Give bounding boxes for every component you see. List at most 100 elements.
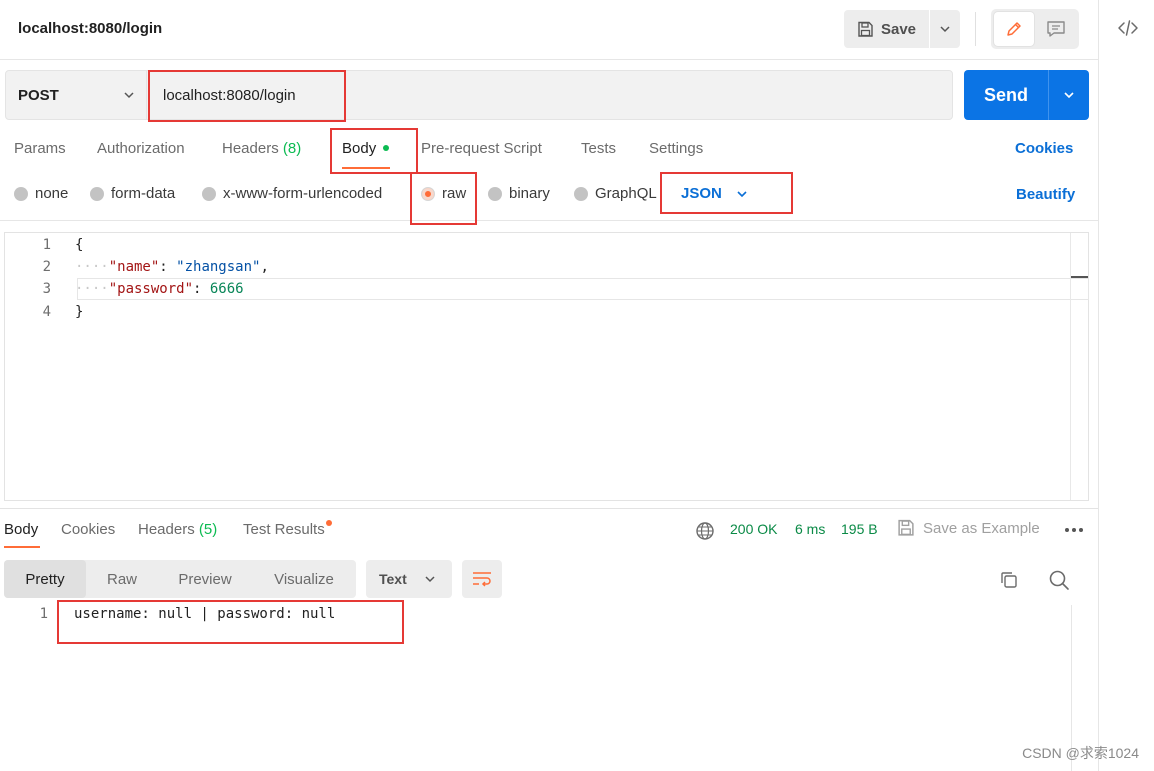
json-number: 6666: [209, 281, 244, 297]
save-as-example-label: Save as Example: [923, 519, 1040, 537]
beautify-button[interactable]: Beautify: [1016, 186, 1075, 203]
search-icon[interactable]: [1047, 568, 1071, 592]
send-button-group: Send: [964, 70, 1089, 120]
save-label: Save: [880, 20, 917, 38]
comma: ,: [260, 259, 269, 275]
view-pretty[interactable]: Pretty: [4, 560, 86, 598]
mode-toggle: [991, 9, 1079, 49]
cookies-link[interactable]: Cookies: [1015, 140, 1073, 157]
response-tab-test-results[interactable]: Test Results: [243, 520, 332, 538]
watermark: CSDN @求索1024: [1022, 745, 1139, 761]
request-body-editor[interactable]: 1 2 3 4 { ····"name": "zhangsan", ····"p…: [4, 232, 1089, 501]
comment-mode-button[interactable]: [1036, 12, 1076, 46]
line-number: 1: [42, 237, 51, 253]
radio-label: binary: [509, 185, 550, 202]
tab-prerequest-script[interactable]: Pre-request Script: [421, 140, 542, 157]
test-results-dot: [325, 520, 332, 526]
radio-binary[interactable]: binary: [488, 185, 550, 202]
pencil-icon: [1007, 22, 1021, 36]
response-tab-headers[interactable]: Headers (5): [138, 521, 217, 538]
radio-circle: [574, 186, 588, 201]
body-divider: [0, 220, 1098, 221]
radio-circle: [488, 186, 502, 201]
json-key: "name": [108, 259, 160, 275]
tab-headers-label: Headers: [222, 140, 279, 157]
annotation-box-raw: [410, 172, 477, 225]
response-format-select[interactable]: Text: [366, 560, 452, 598]
radio-none[interactable]: none: [14, 185, 68, 202]
radio-circle: [90, 186, 104, 201]
view-visualize[interactable]: Visualize: [252, 560, 356, 598]
save-button[interactable]: Save: [844, 10, 929, 48]
annotation-box-json: [660, 172, 793, 214]
radio-circle: [202, 186, 216, 201]
more-icon[interactable]: [1064, 527, 1084, 533]
save-dropdown-button[interactable]: [930, 10, 960, 48]
chevron-down-icon: [425, 576, 435, 583]
right-sidebar: [1098, 0, 1154, 771]
line-number: 2: [42, 259, 51, 275]
view-preview[interactable]: Preview: [158, 560, 252, 598]
annotation-box-body-tab: [330, 128, 418, 174]
active-tab-underline: [4, 546, 40, 548]
tab-headers[interactable]: Headers (8): [222, 140, 301, 157]
tab-authorization[interactable]: Authorization: [97, 140, 185, 157]
radio-label: x-www-form-urlencoded: [223, 185, 383, 202]
chevron-down-icon: [124, 92, 134, 99]
tab-tests[interactable]: Tests: [581, 140, 616, 157]
json-key: "password": [108, 281, 194, 297]
indent-dots: ····: [75, 259, 109, 275]
tab-settings[interactable]: Settings: [649, 140, 703, 157]
radio-graphql[interactable]: GraphQL: [574, 185, 657, 202]
response-tab-cookies[interactable]: Cookies: [61, 521, 115, 538]
code-brace: }: [75, 304, 84, 320]
response-divider[interactable]: [0, 508, 1098, 509]
format-value: Text: [379, 571, 407, 587]
radio-label: none: [35, 185, 69, 202]
colon: :: [159, 259, 177, 275]
code-line: ····"name": "zhangsan",: [75, 259, 269, 275]
radio-label: form-data: [111, 185, 176, 202]
response-tab-body-label: Body: [4, 521, 39, 538]
response-tab-body[interactable]: Body: [4, 521, 38, 538]
save-icon: [858, 21, 873, 37]
json-string: "zhangsan": [176, 259, 261, 275]
wrap-lines-button[interactable]: [462, 560, 502, 598]
code-line: {: [75, 237, 83, 253]
radio-label: GraphQL: [595, 185, 657, 202]
view-raw[interactable]: Raw: [86, 560, 158, 598]
request-title: localhost:8080/login: [18, 20, 163, 37]
chevron-down-icon: [940, 26, 950, 33]
save-as-example-button[interactable]: Save as Example: [897, 519, 1040, 537]
send-dropdown-button[interactable]: [1049, 70, 1089, 120]
copy-icon[interactable]: [998, 569, 1020, 591]
chevron-down-icon: [1064, 92, 1074, 99]
response-tab-headers-count: (5): [198, 521, 218, 538]
send-button[interactable]: Send: [964, 70, 1048, 120]
response-time[interactable]: 6 ms: [795, 521, 825, 537]
save-button-group: Save: [844, 10, 960, 48]
line-number: 1: [39, 606, 48, 622]
tab-headers-count: (8): [282, 140, 302, 157]
response-view-tabs: Pretty Raw Preview Visualize: [4, 560, 356, 598]
annotation-box-url: [148, 70, 346, 122]
response-status[interactable]: 200 OK: [730, 521, 777, 537]
annotation-box-response: [57, 600, 404, 644]
code-icon[interactable]: [1117, 17, 1139, 39]
edit-mode-button[interactable]: [994, 12, 1034, 46]
response-tab-headers-label: Headers: [138, 521, 195, 538]
response-size[interactable]: 195 B: [841, 521, 878, 537]
code-line: ····"password": 6666: [75, 281, 244, 297]
globe-icon[interactable]: [695, 521, 715, 541]
radio-x-www-form-urlencoded[interactable]: x-www-form-urlencoded: [202, 185, 382, 202]
colon: :: [193, 281, 210, 297]
radio-form-data[interactable]: form-data: [90, 185, 175, 202]
radio-circle: [14, 186, 28, 201]
tab-params[interactable]: Params: [14, 140, 66, 157]
code-brace: {: [75, 237, 84, 253]
indent-dots: ····: [75, 281, 109, 297]
comment-icon: [1047, 21, 1065, 37]
code-line: }: [75, 304, 83, 320]
editor-scrollbar[interactable]: [1070, 233, 1071, 500]
scrollbar-cursor-marker: [1071, 276, 1088, 278]
